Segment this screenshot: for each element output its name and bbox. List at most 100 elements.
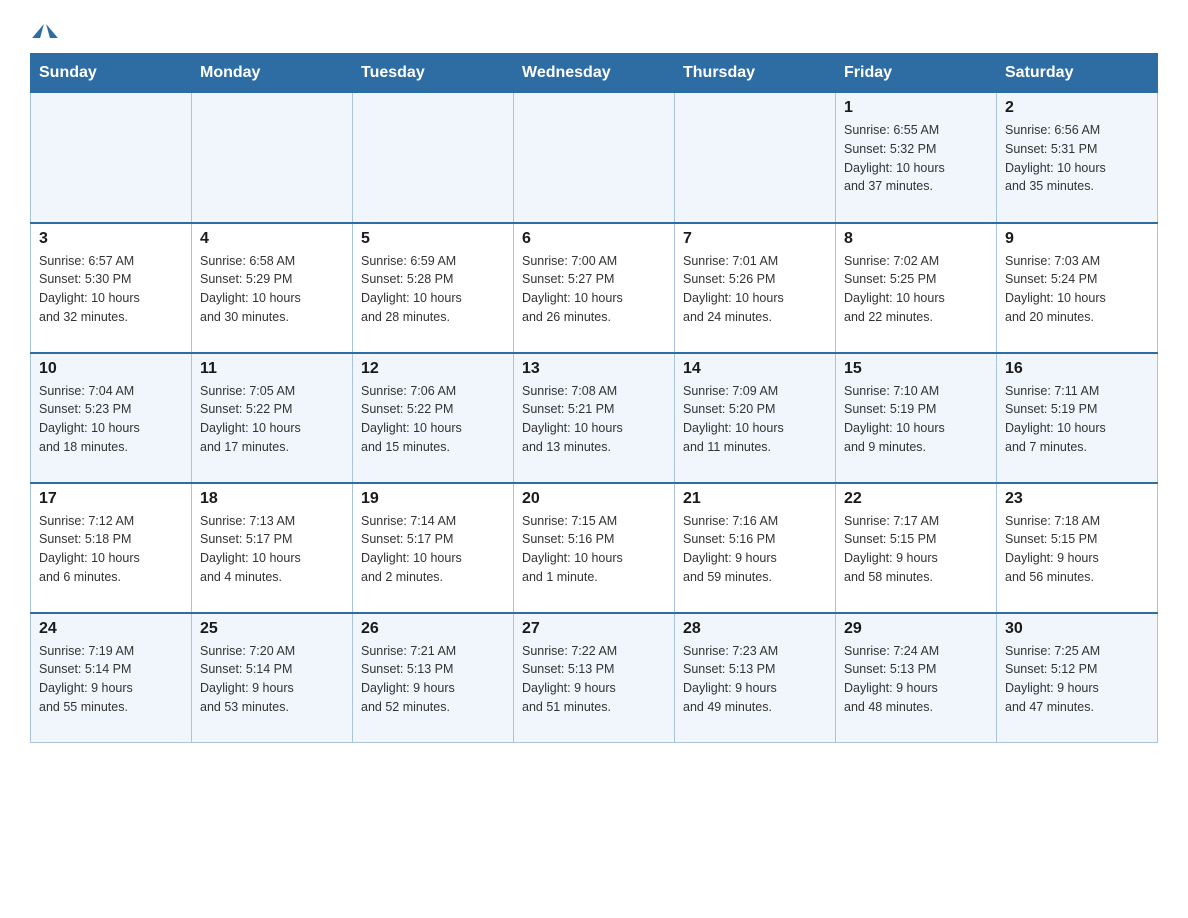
calendar-day-cell: 12 Sunrise: 7:06 AM Sunset: 5:22 PM Dayli… [353, 353, 514, 483]
calendar-day-header: Wednesday [514, 54, 675, 93]
calendar: SundayMondayTuesdayWednesdayThursdayFrid… [30, 53, 1158, 743]
calendar-day-cell: 16Sunrise: 7:11 AM Sunset: 5:19 PM Dayli… [997, 353, 1158, 483]
day-number: 20 [522, 490, 666, 508]
calendar-day-cell: 26 Sunrise: 7:21 AM Sunset: 5:13 PM Dayli… [353, 613, 514, 743]
day-info: Sunrise: 6:56 AM Sunset: 5:31 PM Dayligh… [1005, 121, 1149, 196]
calendar-day-header: Saturday [997, 54, 1158, 93]
calendar-day-cell: 29 Sunrise: 7:24 AM Sunset: 5:13 PM Dayli… [836, 613, 997, 743]
day-number: 10 [39, 360, 183, 378]
day-info: Sunrise: 7:08 AM Sunset: 5:21 PM Dayligh… [522, 382, 666, 457]
day-info: Sunrise: 7:04 AM Sunset: 5:23 PM Dayligh… [39, 382, 183, 457]
calendar-day-cell: 25 Sunrise: 7:20 AM Sunset: 5:14 PM Dayli… [192, 613, 353, 743]
calendar-day-cell: 2Sunrise: 6:56 AM Sunset: 5:31 PM Daylig… [997, 93, 1158, 223]
day-number: 12 [361, 360, 505, 378]
day-number: 28 [683, 620, 827, 638]
calendar-week-row: 24 Sunrise: 7:19 AM Sunset: 5:14 PM Dayli… [31, 613, 1158, 743]
calendar-day-cell: 8Sunrise: 7:02 AM Sunset: 5:25 PM Daylig… [836, 223, 997, 353]
day-info: Sunrise: 7:15 AM Sunset: 5:16 PM Dayligh… [522, 512, 666, 587]
day-number: 19 [361, 490, 505, 508]
calendar-day-cell: 7Sunrise: 7:01 AM Sunset: 5:26 PM Daylig… [675, 223, 836, 353]
day-info: Sunrise: 6:57 AM Sunset: 5:30 PM Dayligh… [39, 252, 183, 327]
calendar-day-cell: 13 Sunrise: 7:08 AM Sunset: 5:21 PM Dayli… [514, 353, 675, 483]
day-info: Sunrise: 6:58 AM Sunset: 5:29 PM Dayligh… [200, 252, 344, 327]
day-number: 17 [39, 490, 183, 508]
day-info: Sunrise: 7:21 AM Sunset: 5:13 PM Dayligh… [361, 642, 505, 717]
calendar-day-cell [31, 93, 192, 223]
day-number: 9 [1005, 230, 1149, 248]
calendar-day-header: Tuesday [353, 54, 514, 93]
day-number: 30 [1005, 620, 1149, 638]
calendar-day-cell: 6 Sunrise: 7:00 AM Sunset: 5:27 PM Daylig… [514, 223, 675, 353]
calendar-day-cell: 5 Sunrise: 6:59 AM Sunset: 5:28 PM Daylig… [353, 223, 514, 353]
calendar-day-cell [192, 93, 353, 223]
calendar-day-cell: 21 Sunrise: 7:16 AM Sunset: 5:16 PM Dayli… [675, 483, 836, 613]
calendar-day-cell: 20 Sunrise: 7:15 AM Sunset: 5:16 PM Dayli… [514, 483, 675, 613]
calendar-day-header: Monday [192, 54, 353, 93]
day-info: Sunrise: 7:03 AM Sunset: 5:24 PM Dayligh… [1005, 252, 1149, 327]
day-number: 15 [844, 360, 988, 378]
day-info: Sunrise: 7:09 AM Sunset: 5:20 PM Dayligh… [683, 382, 827, 457]
calendar-day-cell: 28 Sunrise: 7:23 AM Sunset: 5:13 PM Dayli… [675, 613, 836, 743]
calendar-day-cell [353, 93, 514, 223]
day-info: Sunrise: 7:06 AM Sunset: 5:22 PM Dayligh… [361, 382, 505, 457]
day-number: 21 [683, 490, 827, 508]
day-info: Sunrise: 7:23 AM Sunset: 5:13 PM Dayligh… [683, 642, 827, 717]
calendar-week-row: 3 Sunrise: 6:57 AM Sunset: 5:30 PM Daylig… [31, 223, 1158, 353]
day-number: 13 [522, 360, 666, 378]
calendar-week-row: 10 Sunrise: 7:04 AM Sunset: 5:23 PM Dayli… [31, 353, 1158, 483]
day-info: Sunrise: 7:17 AM Sunset: 5:15 PM Dayligh… [844, 512, 988, 587]
day-info: Sunrise: 7:00 AM Sunset: 5:27 PM Dayligh… [522, 252, 666, 327]
calendar-day-cell: 19 Sunrise: 7:14 AM Sunset: 5:17 PM Dayli… [353, 483, 514, 613]
day-info: Sunrise: 7:19 AM Sunset: 5:14 PM Dayligh… [39, 642, 183, 717]
day-number: 24 [39, 620, 183, 638]
day-number: 27 [522, 620, 666, 638]
calendar-day-cell: 9 Sunrise: 7:03 AM Sunset: 5:24 PM Daylig… [997, 223, 1158, 353]
day-info: Sunrise: 7:22 AM Sunset: 5:13 PM Dayligh… [522, 642, 666, 717]
calendar-day-cell: 15 Sunrise: 7:10 AM Sunset: 5:19 PM Dayli… [836, 353, 997, 483]
day-number: 26 [361, 620, 505, 638]
calendar-day-cell [675, 93, 836, 223]
day-info: Sunrise: 7:13 AM Sunset: 5:17 PM Dayligh… [200, 512, 344, 587]
calendar-day-cell: 18 Sunrise: 7:13 AM Sunset: 5:17 PM Dayli… [192, 483, 353, 613]
day-info: Sunrise: 7:24 AM Sunset: 5:13 PM Dayligh… [844, 642, 988, 717]
day-number: 14 [683, 360, 827, 378]
calendar-week-row: 17 Sunrise: 7:12 AM Sunset: 5:18 PM Dayli… [31, 483, 1158, 613]
day-info: Sunrise: 7:16 AM Sunset: 5:16 PM Dayligh… [683, 512, 827, 587]
calendar-day-cell: 10 Sunrise: 7:04 AM Sunset: 5:23 PM Dayli… [31, 353, 192, 483]
day-info: Sunrise: 7:10 AM Sunset: 5:19 PM Dayligh… [844, 382, 988, 457]
day-info: Sunrise: 6:55 AM Sunset: 5:32 PM Dayligh… [844, 121, 988, 196]
day-info: Sunrise: 7:18 AM Sunset: 5:15 PM Dayligh… [1005, 512, 1149, 587]
day-info: Sunrise: 6:59 AM Sunset: 5:28 PM Dayligh… [361, 252, 505, 327]
calendar-day-cell: 22 Sunrise: 7:17 AM Sunset: 5:15 PM Dayli… [836, 483, 997, 613]
calendar-day-cell: 11 Sunrise: 7:05 AM Sunset: 5:22 PM Dayli… [192, 353, 353, 483]
calendar-day-header: Thursday [675, 54, 836, 93]
calendar-day-header: Sunday [31, 54, 192, 93]
day-number: 11 [200, 360, 344, 378]
day-number: 8 [844, 230, 988, 248]
calendar-day-cell: 1Sunrise: 6:55 AM Sunset: 5:32 PM Daylig… [836, 93, 997, 223]
calendar-day-cell: 27 Sunrise: 7:22 AM Sunset: 5:13 PM Dayli… [514, 613, 675, 743]
day-number: 16 [1005, 360, 1149, 378]
calendar-day-cell: 14 Sunrise: 7:09 AM Sunset: 5:20 PM Dayli… [675, 353, 836, 483]
day-number: 22 [844, 490, 988, 508]
day-info: Sunrise: 7:14 AM Sunset: 5:17 PM Dayligh… [361, 512, 505, 587]
day-number: 4 [200, 230, 344, 248]
day-number: 25 [200, 620, 344, 638]
day-number: 5 [361, 230, 505, 248]
day-info: Sunrise: 7:12 AM Sunset: 5:18 PM Dayligh… [39, 512, 183, 587]
day-info: Sunrise: 7:20 AM Sunset: 5:14 PM Dayligh… [200, 642, 344, 717]
day-number: 29 [844, 620, 988, 638]
calendar-week-row: 1Sunrise: 6:55 AM Sunset: 5:32 PM Daylig… [31, 93, 1158, 223]
day-number: 3 [39, 230, 183, 248]
day-number: 7 [683, 230, 827, 248]
day-number: 6 [522, 230, 666, 248]
day-info: Sunrise: 7:05 AM Sunset: 5:22 PM Dayligh… [200, 382, 344, 457]
logo [30, 20, 56, 43]
day-number: 23 [1005, 490, 1149, 508]
day-number: 18 [200, 490, 344, 508]
calendar-header-row: SundayMondayTuesdayWednesdayThursdayFrid… [31, 54, 1158, 93]
calendar-day-cell: 24 Sunrise: 7:19 AM Sunset: 5:14 PM Dayli… [31, 613, 192, 743]
calendar-day-cell: 30Sunrise: 7:25 AM Sunset: 5:12 PM Dayli… [997, 613, 1158, 743]
calendar-day-cell: 4 Sunrise: 6:58 AM Sunset: 5:29 PM Daylig… [192, 223, 353, 353]
calendar-day-cell: 3 Sunrise: 6:57 AM Sunset: 5:30 PM Daylig… [31, 223, 192, 353]
